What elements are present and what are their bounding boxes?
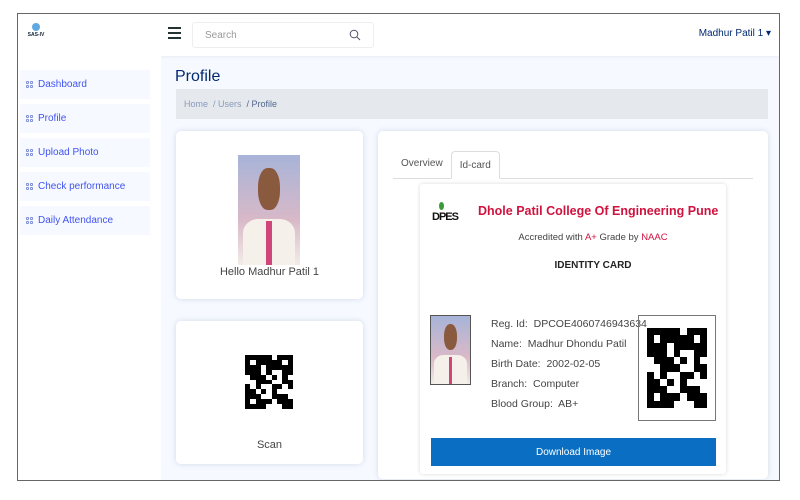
sidebar-item-check-performance[interactable]: Check performance bbox=[20, 172, 150, 201]
sidebar: Dashboard Profile Upload Photo Check per… bbox=[18, 56, 161, 480]
menu-toggle-icon[interactable] bbox=[168, 27, 181, 40]
grid-icon bbox=[26, 183, 33, 190]
grid-icon bbox=[26, 217, 33, 224]
top-header: SAS-IV Search Madhur Patil 1 ▾ bbox=[18, 14, 779, 56]
id-card-panel: Overview Id-card DPES Dhole Patil Colleg… bbox=[378, 131, 768, 479]
app-window: SAS-IV Search Madhur Patil 1 ▾ Dashboard… bbox=[17, 13, 780, 481]
grid-icon bbox=[26, 149, 33, 156]
scan-label: Scan bbox=[256, 439, 283, 451]
search-input[interactable]: Search bbox=[192, 22, 374, 48]
breadcrumb: Home / Users / Profile bbox=[176, 89, 768, 119]
logo-icon bbox=[32, 23, 40, 31]
sidebar-item-upload-photo[interactable]: Upload Photo bbox=[20, 138, 150, 167]
profile-photo bbox=[238, 155, 300, 265]
sidebar-item-dashboard[interactable]: Dashboard bbox=[20, 70, 150, 99]
card-heading: IDENTITY CARD bbox=[554, 260, 632, 271]
id-qr-box bbox=[638, 315, 716, 421]
college-name: Dhole Patil College Of Engineering Pune bbox=[478, 204, 719, 218]
search-icon[interactable] bbox=[349, 29, 361, 41]
breadcrumb-profile: / Profile bbox=[246, 99, 278, 109]
profile-card: Hello Madhur Patil 1 bbox=[176, 131, 363, 299]
college-logo: DPES bbox=[432, 202, 459, 223]
grid-icon bbox=[26, 81, 33, 88]
download-image-button[interactable]: Download Image bbox=[431, 438, 716, 466]
sidebar-item-daily-attendance[interactable]: Daily Attendance bbox=[20, 206, 150, 235]
logo[interactable]: SAS-IV bbox=[26, 23, 46, 38]
identity-card: DPES Dhole Patil College Of Engineering … bbox=[420, 184, 726, 474]
sidebar-item-profile[interactable]: Profile bbox=[20, 104, 150, 133]
breadcrumb-home[interactable]: Home bbox=[184, 99, 208, 109]
tab-overview[interactable]: Overview bbox=[393, 150, 451, 178]
reg-id-row: Reg. Id: DPCOE4060746943634 bbox=[491, 318, 647, 330]
name-row: Name: Madhur Dhondu Patil bbox=[491, 338, 627, 350]
birth-date-row: Birth Date: 2002-02-05 bbox=[491, 358, 601, 370]
branch-row: Branch: Computer bbox=[491, 378, 580, 390]
qr-code bbox=[647, 328, 707, 408]
user-menu[interactable]: Madhur Patil 1 ▾ bbox=[699, 28, 771, 39]
id-details: Reg. Id: DPCOE4060746943634 Name: Madhur… bbox=[491, 318, 647, 418]
greeting: Hello Madhur Patil 1 bbox=[219, 266, 320, 278]
scan-card: Scan bbox=[176, 321, 363, 464]
tab-bar: Overview Id-card bbox=[393, 149, 753, 179]
tab-id-card[interactable]: Id-card bbox=[450, 151, 500, 179]
grid-icon bbox=[26, 115, 33, 122]
id-photo bbox=[430, 315, 471, 385]
qr-code bbox=[245, 355, 293, 409]
page-title: Profile bbox=[175, 68, 221, 85]
breadcrumb-users[interactable]: / Users bbox=[213, 99, 242, 109]
blood-group-row: Blood Group: AB+ bbox=[491, 398, 579, 410]
accreditation: Accredited with A+ Grade by NAAC bbox=[518, 232, 668, 243]
